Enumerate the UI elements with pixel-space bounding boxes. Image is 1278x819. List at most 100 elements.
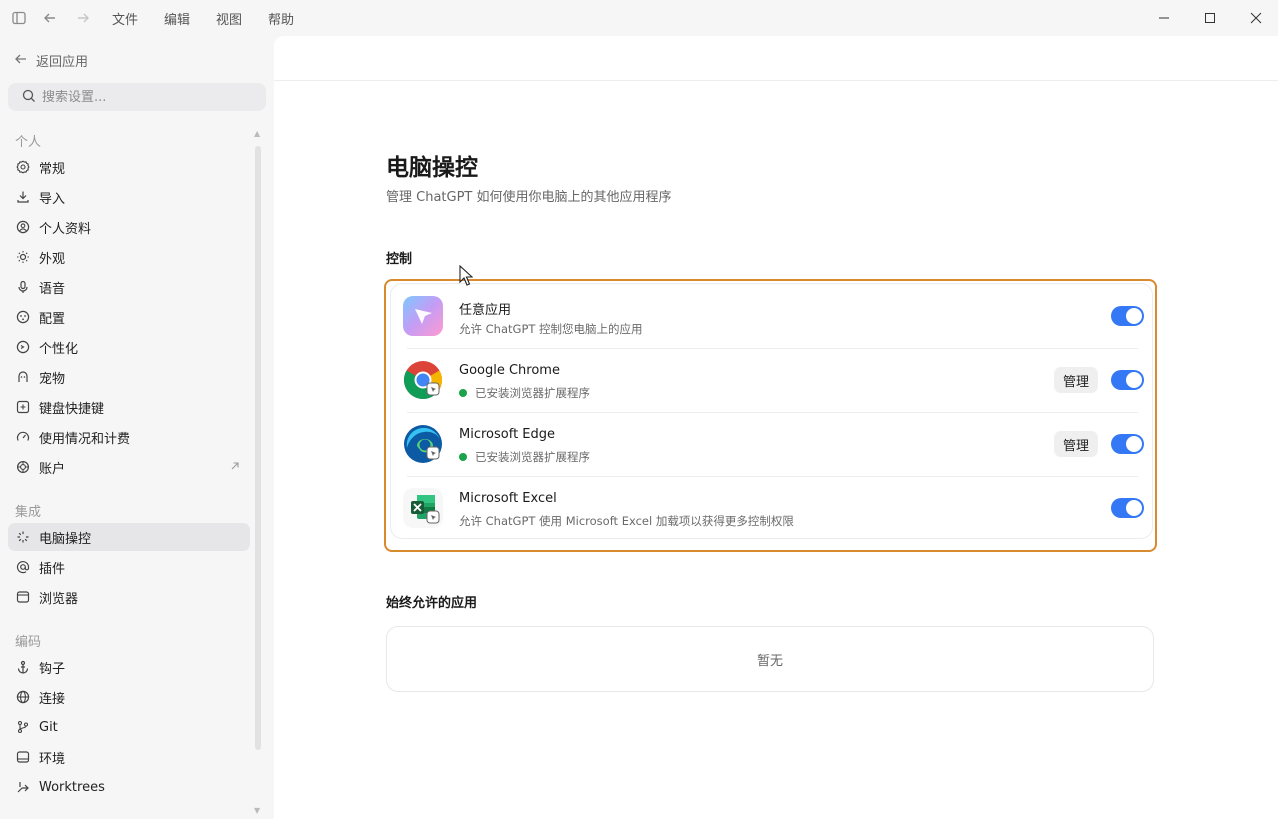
pet-icon <box>16 370 30 384</box>
toggle-knob <box>1126 308 1142 324</box>
app-status-text: 已安装浏览器扩展程序 <box>475 450 590 464</box>
app-name: 任意应用 <box>459 303 512 318</box>
row-divider <box>407 348 1138 349</box>
any-app-toggle[interactable] <box>1111 306 1144 326</box>
search-input[interactable] <box>42 89 242 105</box>
app-status: 已安装浏览器扩展程序 <box>459 385 590 401</box>
sidebar-toggle-icon[interactable] <box>10 9 28 27</box>
controls-card: 任意应用 允许 ChatGPT 控制您电脑上的应用 Google Chrome … <box>390 283 1153 539</box>
sidebar-item-appearance[interactable]: 外观 <box>8 243 250 271</box>
anchor-icon <box>16 660 30 674</box>
sidebar-item-label: 钩子 <box>39 661 66 677</box>
app-description-text: 允许 ChatGPT 使用 Microsoft Excel 加载项以获得更多控制… <box>459 514 794 528</box>
toggle-knob <box>1126 372 1142 388</box>
app-name: Microsoft Excel <box>459 491 557 506</box>
scroll-up-arrow[interactable]: ▲ <box>254 129 260 138</box>
edge-toggle[interactable] <box>1111 434 1144 454</box>
sidebar-item-label: 配置 <box>39 311 66 327</box>
sidebar-item-usage-billing[interactable]: 使用情况和计费 <box>8 423 250 451</box>
app-status-text: 已安装浏览器扩展程序 <box>475 386 590 400</box>
sidebar-item-general[interactable]: 常规 <box>8 153 250 181</box>
settings-sidebar: 返回应用 个人 常规 导入 个人资料 外观 语音 配置 个性化 宠物 <box>0 36 274 819</box>
scroll-down-arrow[interactable]: ▼ <box>254 806 260 815</box>
page-title: 电脑操控 <box>386 155 478 181</box>
chrome-manage-button[interactable]: 管理 <box>1053 367 1098 393</box>
back-to-app-link[interactable]: 返回应用 <box>14 51 88 70</box>
sidebar-item-browser[interactable]: 浏览器 <box>8 583 250 611</box>
section-label-integrations: 集成 <box>15 505 42 520</box>
microphone-icon <box>16 280 30 294</box>
sidebar-item-config[interactable]: 配置 <box>8 303 250 331</box>
edge-manage-button[interactable]: 管理 <box>1053 431 1098 457</box>
openai-icon <box>16 460 30 474</box>
app-row-any-app: 任意应用 允许 ChatGPT 控制您电脑上的应用 <box>391 284 1154 348</box>
sidebar-item-computer-control[interactable]: 电脑操控 <box>8 523 250 551</box>
sidebar-item-connections[interactable]: 连接 <box>8 683 250 711</box>
app-row-excel: Microsoft Excel 允许 ChatGPT 使用 Microsoft … <box>391 476 1154 540</box>
sidebar-item-label: Worktrees <box>39 779 105 795</box>
sidebar-item-worktrees[interactable]: Worktrees <box>8 773 250 801</box>
sidebar-item-hooks[interactable]: 钩子 <box>8 653 250 681</box>
menu-view[interactable]: 视图 <box>216 9 242 28</box>
menu-file[interactable]: 文件 <box>112 9 138 28</box>
sidebar-item-plugins[interactable]: 插件 <box>8 553 250 581</box>
sidebar-item-import[interactable]: 导入 <box>8 183 250 211</box>
section-label-personal: 个人 <box>15 135 42 150</box>
menu-help[interactable]: 帮助 <box>268 9 294 28</box>
personalize-icon <box>16 340 30 354</box>
app-name: Microsoft Edge <box>459 427 556 442</box>
git-branch-icon <box>16 720 30 734</box>
app-row-edge: Microsoft Edge 已安装浏览器扩展程序 管理 <box>391 412 1154 476</box>
sidebar-item-environment[interactable]: 环境 <box>8 743 250 771</box>
row-divider <box>407 412 1138 413</box>
sidebar-item-label: 语音 <box>39 281 66 297</box>
sidebar-item-voice[interactable]: 语音 <box>8 273 250 301</box>
app-description: 允许 ChatGPT 使用 Microsoft Excel 加载项以获得更多控制… <box>459 513 794 529</box>
chrome-icon <box>403 360 443 400</box>
page-subtitle: 管理 ChatGPT 如何使用你电脑上的其他应用程序 <box>386 190 672 205</box>
minimize-button[interactable] <box>1154 8 1174 28</box>
row-divider <box>407 476 1138 477</box>
toggle-knob <box>1126 436 1142 452</box>
excel-icon <box>403 488 443 528</box>
sidebar-item-account[interactable]: 账户 <box>8 453 250 481</box>
app-description: 允许 ChatGPT 控制您电脑上的应用 <box>459 321 643 337</box>
sidebar-item-label: 导入 <box>39 191 66 207</box>
search-box[interactable] <box>8 83 266 111</box>
sidebar-item-label: 连接 <box>39 691 66 707</box>
sidebar-item-label: 键盘快捷键 <box>39 401 105 417</box>
sidebar-item-label: 插件 <box>39 561 66 577</box>
sun-icon <box>16 250 30 264</box>
sidebar-item-label: 浏览器 <box>39 591 79 607</box>
sidebar-item-label: 个人资料 <box>39 221 92 237</box>
sidebar-item-pet[interactable]: 宠物 <box>8 363 250 391</box>
chrome-toggle[interactable] <box>1111 370 1144 390</box>
keyboard-icon <box>16 400 30 414</box>
gear-icon <box>16 160 30 174</box>
sidebar-item-label: 环境 <box>39 751 66 767</box>
sidebar-item-personalization[interactable]: 个性化 <box>8 333 250 361</box>
arrow-left-icon <box>14 52 28 70</box>
mouse-cursor-icon <box>459 265 473 286</box>
sidebar-item-keyboard-shortcuts[interactable]: 键盘快捷键 <box>8 393 250 421</box>
status-dot-installed <box>459 389 467 397</box>
menu-edit[interactable]: 编辑 <box>164 9 190 28</box>
sidebar-item-label: Git <box>39 719 58 735</box>
app-name: Google Chrome <box>459 363 560 378</box>
title-bar: 文件 编辑 视图 帮助 <box>0 0 1278 36</box>
maximize-button[interactable] <box>1200 8 1220 28</box>
sidebar-item-label: 电脑操控 <box>39 531 92 547</box>
empty-state-text: 暂无 <box>756 653 783 669</box>
search-icon <box>22 88 36 107</box>
close-button[interactable] <box>1246 8 1266 28</box>
sidebar-item-label: 常规 <box>39 161 66 177</box>
sidebar-item-git[interactable]: Git <box>8 713 250 741</box>
excel-toggle[interactable] <box>1111 498 1144 518</box>
any-app-icon <box>403 296 443 336</box>
section-label-coding: 编码 <box>15 635 42 650</box>
browser-icon <box>16 590 30 604</box>
back-arrow-icon[interactable] <box>41 9 59 27</box>
forward-arrow-icon[interactable] <box>74 9 92 27</box>
sidebar-item-profile[interactable]: 个人资料 <box>8 213 250 241</box>
sidebar-scrollbar[interactable] <box>255 146 261 750</box>
